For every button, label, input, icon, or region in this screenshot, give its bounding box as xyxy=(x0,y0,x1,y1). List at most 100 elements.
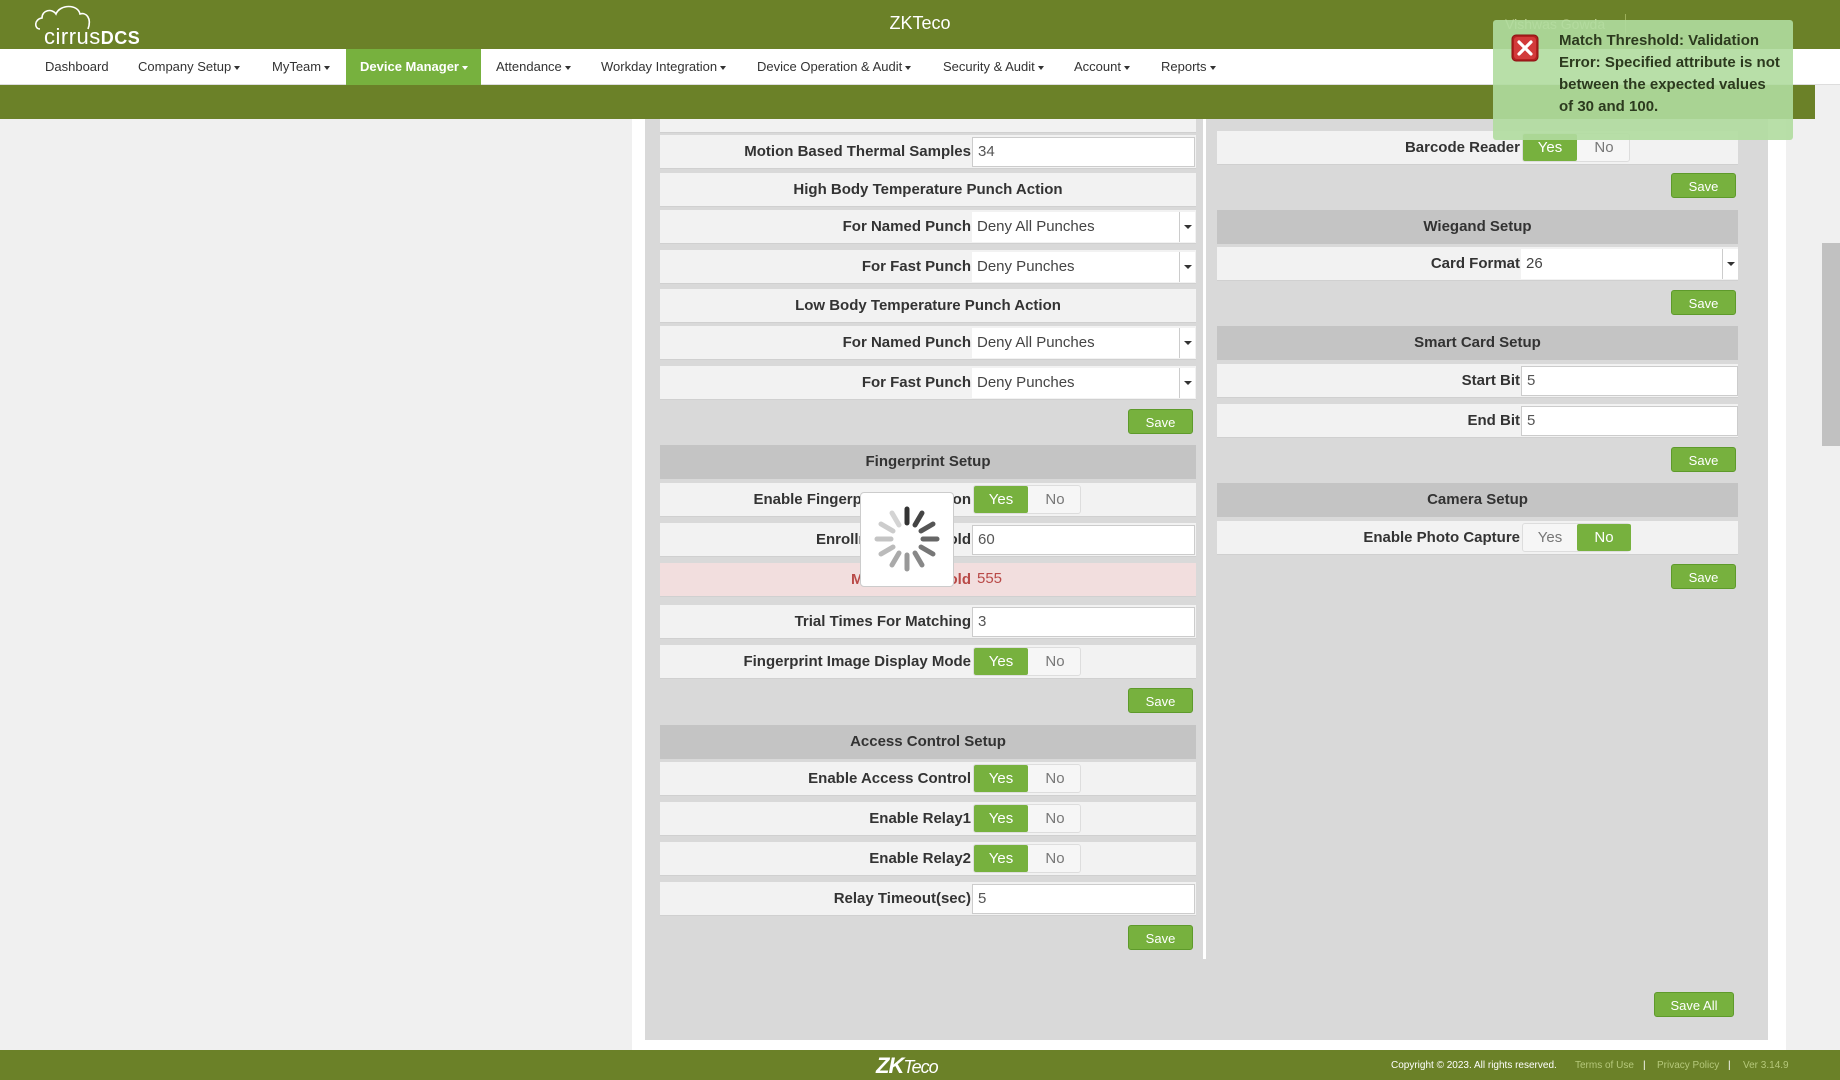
match-threshold-input[interactable]: 555 xyxy=(972,565,1195,595)
save-smart-card-button[interactable]: Save xyxy=(1671,447,1736,472)
terms-link[interactable]: Terms of Use xyxy=(1575,1060,1634,1071)
end-bit-label: End Bit xyxy=(1467,412,1521,429)
menu-myteam[interactable]: MyTeam xyxy=(258,49,344,85)
version-text: Ver 3.14.9 xyxy=(1743,1060,1789,1071)
dropdown-arrow-icon xyxy=(1179,328,1195,358)
menu-company-setup[interactable]: Company Setup xyxy=(124,49,254,85)
error-close-icon[interactable] xyxy=(1511,34,1539,62)
motion-thermal-input[interactable]: 34 xyxy=(972,137,1195,167)
relay-timeout-input[interactable]: 5 xyxy=(972,884,1195,914)
privacy-link[interactable]: Privacy Policy xyxy=(1657,1060,1719,1071)
column-divider xyxy=(1203,119,1206,959)
enable-relay1-toggle[interactable]: Yes No xyxy=(973,804,1081,833)
end-bit-row: End Bit 5 xyxy=(1217,404,1738,438)
enable-relay2-label: Enable Relay2 xyxy=(869,850,971,867)
footer: ZKTeco Copyright © 2023. All rights rese… xyxy=(0,1050,1840,1080)
low-temp-heading: Low Body Temperature Punch Action xyxy=(660,289,1196,323)
left-pane xyxy=(0,119,632,1050)
relay-timeout-row: Relay Timeout(sec) 5 xyxy=(660,882,1196,916)
menu-reports[interactable]: Reports xyxy=(1147,49,1230,85)
error-toast[interactable]: Match Threshold: Validation Error: Speci… xyxy=(1493,20,1793,140)
camera-setup-heading: Camera Setup xyxy=(1217,483,1738,517)
toggle-yes[interactable]: Yes xyxy=(974,845,1028,872)
wiegand-setup-heading: Wiegand Setup xyxy=(1217,210,1738,244)
trial-times-input[interactable]: 3 xyxy=(972,607,1195,637)
enable-access-control-toggle[interactable]: Yes No xyxy=(973,764,1081,793)
start-bit-label: Start Bit xyxy=(1461,372,1520,389)
caret-down-icon xyxy=(720,65,727,70)
toggle-yes[interactable]: Yes xyxy=(1523,524,1577,551)
end-bit-input[interactable]: 5 xyxy=(1521,406,1738,436)
footer-separator: | xyxy=(1728,1060,1731,1071)
low-named-punch-row: For Named Punch Deny All Punches xyxy=(660,326,1196,360)
loading-spinner xyxy=(860,492,954,587)
dropdown-arrow-icon xyxy=(1722,249,1738,279)
save-camera-button[interactable]: Save xyxy=(1671,564,1736,589)
dropdown-arrow-icon xyxy=(1179,368,1195,398)
spinner-icon xyxy=(874,506,940,572)
toggle-no[interactable]: No xyxy=(1028,845,1082,872)
toggle-yes[interactable]: Yes xyxy=(974,765,1028,792)
menu-security-audit[interactable]: Security & Audit xyxy=(929,49,1058,85)
caret-down-icon xyxy=(324,65,331,70)
start-bit-row: Start Bit 5 xyxy=(1217,364,1738,398)
fingerprint-setup-heading: Fingerprint Setup xyxy=(660,445,1196,479)
toggle-no[interactable]: No xyxy=(1028,805,1082,832)
save-fingerprint-button[interactable]: Save xyxy=(1128,688,1193,713)
high-named-punch-select[interactable]: Deny All Punches xyxy=(972,212,1195,242)
menu-workday-integration[interactable]: Workday Integration xyxy=(587,49,740,85)
enroll-threshold-input[interactable]: 60 xyxy=(972,525,1195,555)
save-access-control-button[interactable]: Save xyxy=(1128,925,1193,950)
menu-attendance[interactable]: Attendance xyxy=(482,49,585,85)
save-all-button[interactable]: Save All xyxy=(1654,992,1734,1017)
toggle-no[interactable]: No xyxy=(1028,648,1082,675)
relay-timeout-label: Relay Timeout(sec) xyxy=(833,890,971,907)
motion-thermal-label: Motion Based Thermal Samples xyxy=(744,143,971,160)
toggle-no[interactable]: No xyxy=(1028,486,1082,513)
footer-separator: | xyxy=(1643,1060,1646,1071)
start-bit-input[interactable]: 5 xyxy=(1521,366,1738,396)
image-display-toggle[interactable]: Yes No xyxy=(973,647,1081,676)
motion-thermal-row: Motion Based Thermal Samples 34 xyxy=(660,135,1196,169)
toggle-yes[interactable]: Yes xyxy=(974,648,1028,675)
low-fast-punch-select[interactable]: Deny Punches xyxy=(972,368,1195,398)
card-format-row: Card Format 26 xyxy=(1217,247,1738,281)
caret-down-icon xyxy=(1209,65,1216,70)
photo-capture-label: Enable Photo Capture xyxy=(1363,529,1520,546)
trial-times-row: Trial Times For Matching 3 xyxy=(660,605,1196,639)
low-fast-punch-row: For Fast Punch Deny Punches xyxy=(660,366,1196,400)
high-fast-punch-select[interactable]: Deny Punches xyxy=(972,252,1195,282)
high-named-punch-row: For Named Punch Deny All Punches xyxy=(660,210,1196,244)
enable-relay1-row: Enable Relay1 Yes No xyxy=(660,802,1196,836)
copyright-text: Copyright © 2023. All rights reserved. xyxy=(1391,1060,1557,1071)
access-control-heading: Access Control Setup xyxy=(660,725,1196,759)
caret-down-icon xyxy=(905,65,912,70)
low-named-punch-select[interactable]: Deny All Punches xyxy=(972,328,1195,358)
low-fast-punch-label: For Fast Punch xyxy=(861,374,971,391)
toggle-no[interactable]: No xyxy=(1577,524,1631,551)
partial-row xyxy=(660,119,1196,133)
photo-capture-toggle[interactable]: Yes No xyxy=(1522,523,1631,552)
high-fast-punch-row: For Fast Punch Deny Punches xyxy=(660,250,1196,284)
menu-device-manager[interactable]: Device Manager xyxy=(346,49,481,85)
menu-account[interactable]: Account xyxy=(1060,49,1144,85)
scrollbar-thumb[interactable] xyxy=(1822,243,1840,446)
save-barcode-button[interactable]: Save xyxy=(1671,173,1736,198)
toggle-yes[interactable]: Yes xyxy=(974,486,1028,513)
card-format-select[interactable]: 26 xyxy=(1521,249,1738,279)
enable-relay2-toggle[interactable]: Yes No xyxy=(973,844,1081,873)
menu-dashboard[interactable]: Dashboard xyxy=(31,49,123,85)
menu-device-operation-audit[interactable]: Device Operation & Audit xyxy=(743,49,925,85)
toggle-yes[interactable]: Yes xyxy=(974,805,1028,832)
save-wiegand-button[interactable]: Save xyxy=(1671,290,1736,315)
save-temperature-button[interactable]: Save xyxy=(1128,409,1193,434)
caret-down-icon xyxy=(234,65,241,70)
enable-access-control-row: Enable Access Control Yes No xyxy=(660,762,1196,796)
enable-relay2-row: Enable Relay2 Yes No xyxy=(660,842,1196,876)
photo-capture-row: Enable Photo Capture Yes No xyxy=(1217,521,1738,555)
dropdown-arrow-icon xyxy=(1179,212,1195,242)
trial-times-label: Trial Times For Matching xyxy=(794,613,971,630)
enable-fingerprint-toggle[interactable]: Yes No xyxy=(973,485,1081,514)
dropdown-arrow-icon xyxy=(1179,252,1195,282)
toggle-no[interactable]: No xyxy=(1028,765,1082,792)
